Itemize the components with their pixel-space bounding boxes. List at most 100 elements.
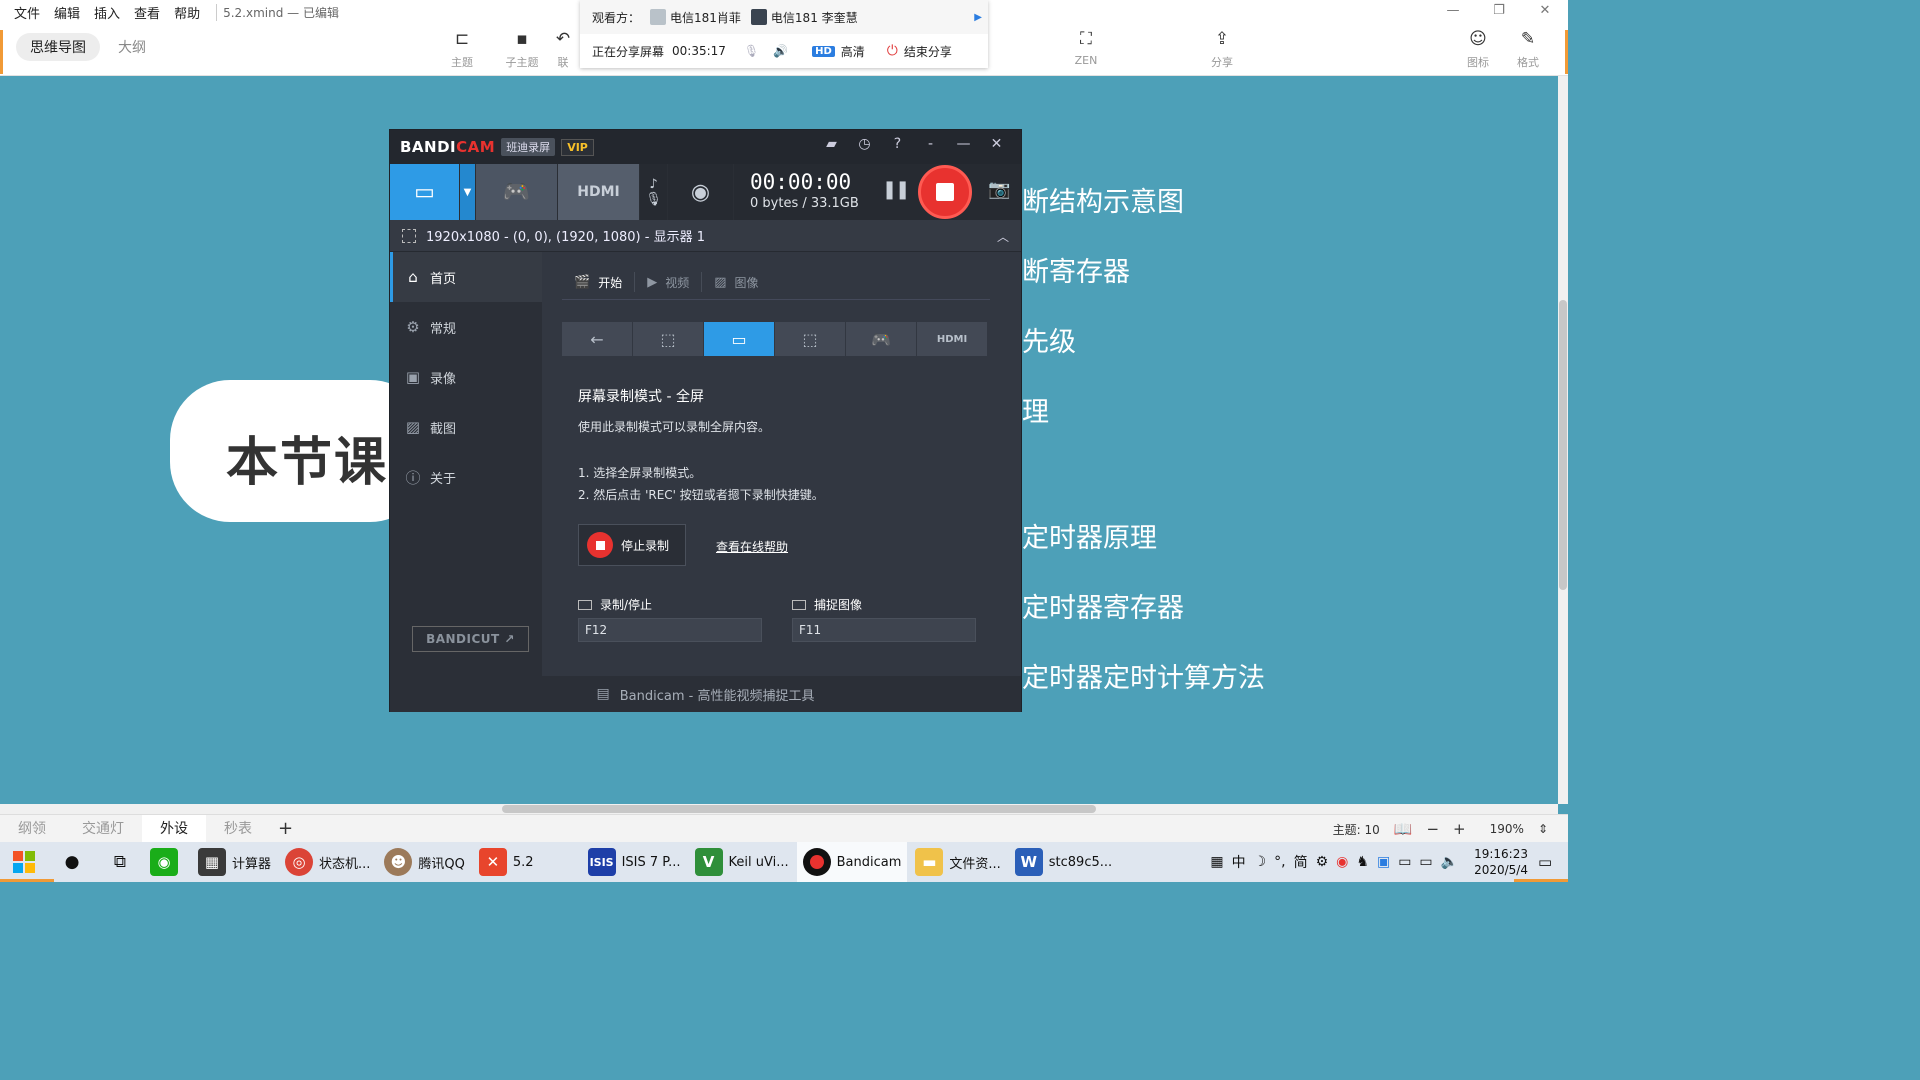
battery-icon[interactable]: ▭ [1398, 854, 1411, 870]
taskbar-app-word[interactable]: W stc89c5... [1009, 842, 1118, 882]
vertical-scroll-thumb[interactable] [1559, 300, 1567, 590]
screen-mode-dropdown[interactable]: ▼ [460, 164, 476, 220]
moon-icon[interactable]: ☽ [1254, 854, 1267, 870]
zoom-level[interactable]: 190% [1490, 822, 1524, 836]
zen-button[interactable]: ⛶ ZEN [1058, 28, 1114, 67]
zoom-out-icon[interactable]: − [1426, 820, 1439, 838]
qq-tray-icon[interactable]: ♞ [1356, 854, 1369, 870]
settings-icon[interactable]: ⚙ [1316, 854, 1329, 870]
ime-simplified[interactable]: 简 [1294, 852, 1308, 872]
topic-item[interactable]: 理 [1022, 390, 1049, 429]
capture-region-bar[interactable]: 1920x1080 - (0, 0), (1920, 1080) - 显示器 1… [390, 220, 1021, 252]
pause-icon[interactable]: ❚❚ [882, 179, 910, 200]
hotkey-record-field[interactable]: F12 [578, 618, 762, 642]
hotkey-capture-field[interactable]: F11 [792, 618, 976, 642]
bandicam-titlebar[interactable]: BANDICAM 班迪录屏 VIP ▰ ◷ ? - — ✕ [390, 130, 1021, 164]
menu-help[interactable]: 帮助 [174, 3, 200, 22]
taskbar-app-keil[interactable]: V Keil uVi... [689, 842, 795, 882]
tab-start[interactable]: 🎬 开始 [562, 272, 636, 292]
ime-mode[interactable]: 中 [1232, 852, 1246, 872]
close-icon[interactable]: ✕ [980, 136, 1013, 152]
tab-outline[interactable]: 大纲 [104, 33, 160, 61]
format-button[interactable]: ✎ 格式 [1500, 28, 1556, 70]
game-mode-button[interactable]: 🎮 [476, 164, 558, 220]
topic-item[interactable]: 断寄存器 [1022, 250, 1130, 289]
viewer-2[interactable]: 电信181 李奎慧 [750, 9, 858, 26]
ime-grid-icon[interactable]: ▦ [1210, 854, 1223, 870]
end-share-button[interactable]: 结束分享 [904, 43, 952, 60]
clock-icon[interactable]: ◷ [848, 136, 881, 152]
zoom-in-icon[interactable]: + [1453, 820, 1466, 838]
relationship-button[interactable]: ↶ 联 [548, 28, 578, 70]
device-mode-button[interactable]: HDMI [558, 164, 640, 220]
menu-view[interactable]: 查看 [134, 3, 160, 22]
tab-mindmap[interactable]: 思维导图 [16, 33, 100, 61]
add-sheet-icon[interactable]: + [270, 818, 301, 839]
taskbar-app-explorer[interactable]: ▬ 文件资... [909, 842, 1006, 882]
menu-file[interactable]: 文件 [14, 3, 40, 22]
cortana-icon[interactable]: ● [48, 852, 96, 872]
sheet-tab[interactable]: 交通灯 [64, 815, 142, 843]
speaker-icon[interactable]: 🔊 [773, 44, 788, 58]
sidebar-item-home[interactable]: ⌂ 首页 [390, 252, 542, 302]
horizontal-scroll-thumb[interactable] [502, 805, 1096, 813]
folder-icon[interactable]: ▰ [815, 136, 848, 152]
collapse-icon[interactable]: - [914, 136, 947, 152]
device-mode-button[interactable]: HDMI [917, 322, 987, 356]
fullscreen-mode-button[interactable]: ▭ [704, 322, 774, 356]
taskbar-app-qq[interactable]: ☻ 腾讯QQ [378, 842, 470, 882]
chevron-up-icon[interactable]: ︿ [997, 228, 1009, 245]
notification-icon[interactable]: ▭ [1538, 853, 1568, 871]
topic-item[interactable]: 定时器寄存器 [1022, 586, 1184, 625]
game-mode-button[interactable]: 🎮 [846, 322, 916, 356]
app-tray-icon[interactable]: ▣ [1377, 854, 1390, 870]
punctuation-icon[interactable]: °, [1274, 854, 1285, 870]
sidebar-item-about[interactable]: ⓘ 关于 [390, 452, 542, 502]
back-button[interactable]: ← [562, 322, 632, 356]
tab-video[interactable]: ▶ 视频 [635, 272, 703, 292]
help-icon[interactable]: ? [881, 136, 914, 152]
rectangle-mode-button[interactable]: ⬚ [633, 322, 703, 356]
sheet-tab[interactable]: 秒表 [206, 815, 270, 843]
sidebar-item-general[interactable]: ⚙ 常规 [390, 302, 542, 352]
taskbar-app-wechat[interactable]: ◉ [144, 842, 190, 882]
taskbar-app-xmind[interactable]: ✕ 5.2 [473, 842, 540, 882]
tab-image[interactable]: ▨ 图像 [702, 272, 770, 292]
audio-toggle[interactable]: ♪ 🎙 [640, 164, 668, 220]
stop-recording-button[interactable]: 停止录制 [578, 524, 686, 566]
topic-button[interactable]: ⊏ 主题 [434, 28, 490, 70]
zoom-spinner-icon[interactable]: ⇕ [1538, 822, 1548, 836]
topic-item[interactable]: 先级 [1022, 320, 1076, 359]
bandicut-button[interactable]: BANDICUT ↗ [412, 626, 529, 652]
topic-item[interactable]: 断结构示意图 [1022, 180, 1184, 219]
sheet-tab-active[interactable]: 外设 [142, 814, 206, 843]
taskbar-app-chrome[interactable]: ◎ 状态机... [279, 842, 376, 882]
record-tray-icon[interactable]: ◉ [1336, 854, 1348, 870]
book-icon[interactable]: 📖 [1394, 820, 1413, 838]
taskbar-app-isis[interactable]: ISIS ISIS 7 P... [582, 842, 687, 882]
microphone-icon[interactable]: 🎙 [744, 44, 759, 58]
online-help-link[interactable]: 查看在线帮助 [716, 538, 788, 555]
subtopic-button[interactable]: ▪ 子主题 [494, 28, 550, 70]
expand-viewers-icon[interactable]: ▶ [974, 12, 982, 23]
sheet-tab[interactable]: 纲领 [0, 815, 64, 843]
hd-badge[interactable]: HD [812, 45, 835, 57]
task-view-icon[interactable]: ⧉ [96, 852, 144, 872]
cursor-area-mode-button[interactable]: ⬚ [775, 322, 845, 356]
minimize-icon[interactable]: — [1430, 0, 1476, 22]
topic-item[interactable]: 定时器定时计算方法 [1022, 656, 1265, 695]
sidebar-item-video[interactable]: ▣ 录像 [390, 352, 542, 402]
icon-panel-button[interactable]: ☺ 图标 [1450, 28, 1506, 70]
power-icon[interactable]: ⏻ [887, 43, 898, 59]
menu-edit[interactable]: 编辑 [54, 3, 80, 22]
camera-icon[interactable]: 📷 [988, 179, 1010, 200]
screen-mode-button[interactable]: ▭ [390, 164, 460, 220]
network-icon[interactable]: ▭ [1419, 854, 1432, 870]
restore-icon[interactable]: ❐ [1476, 0, 1522, 22]
minimize-icon[interactable]: — [947, 136, 980, 152]
stop-record-button[interactable] [918, 165, 972, 219]
volume-icon[interactable]: 🔈 [1441, 854, 1458, 870]
taskbar-app-calculator[interactable]: ▦ 计算器 [192, 842, 277, 882]
viewer-1[interactable]: 电信181肖菲 [650, 9, 741, 26]
hd-label[interactable]: 高清 [841, 43, 865, 60]
